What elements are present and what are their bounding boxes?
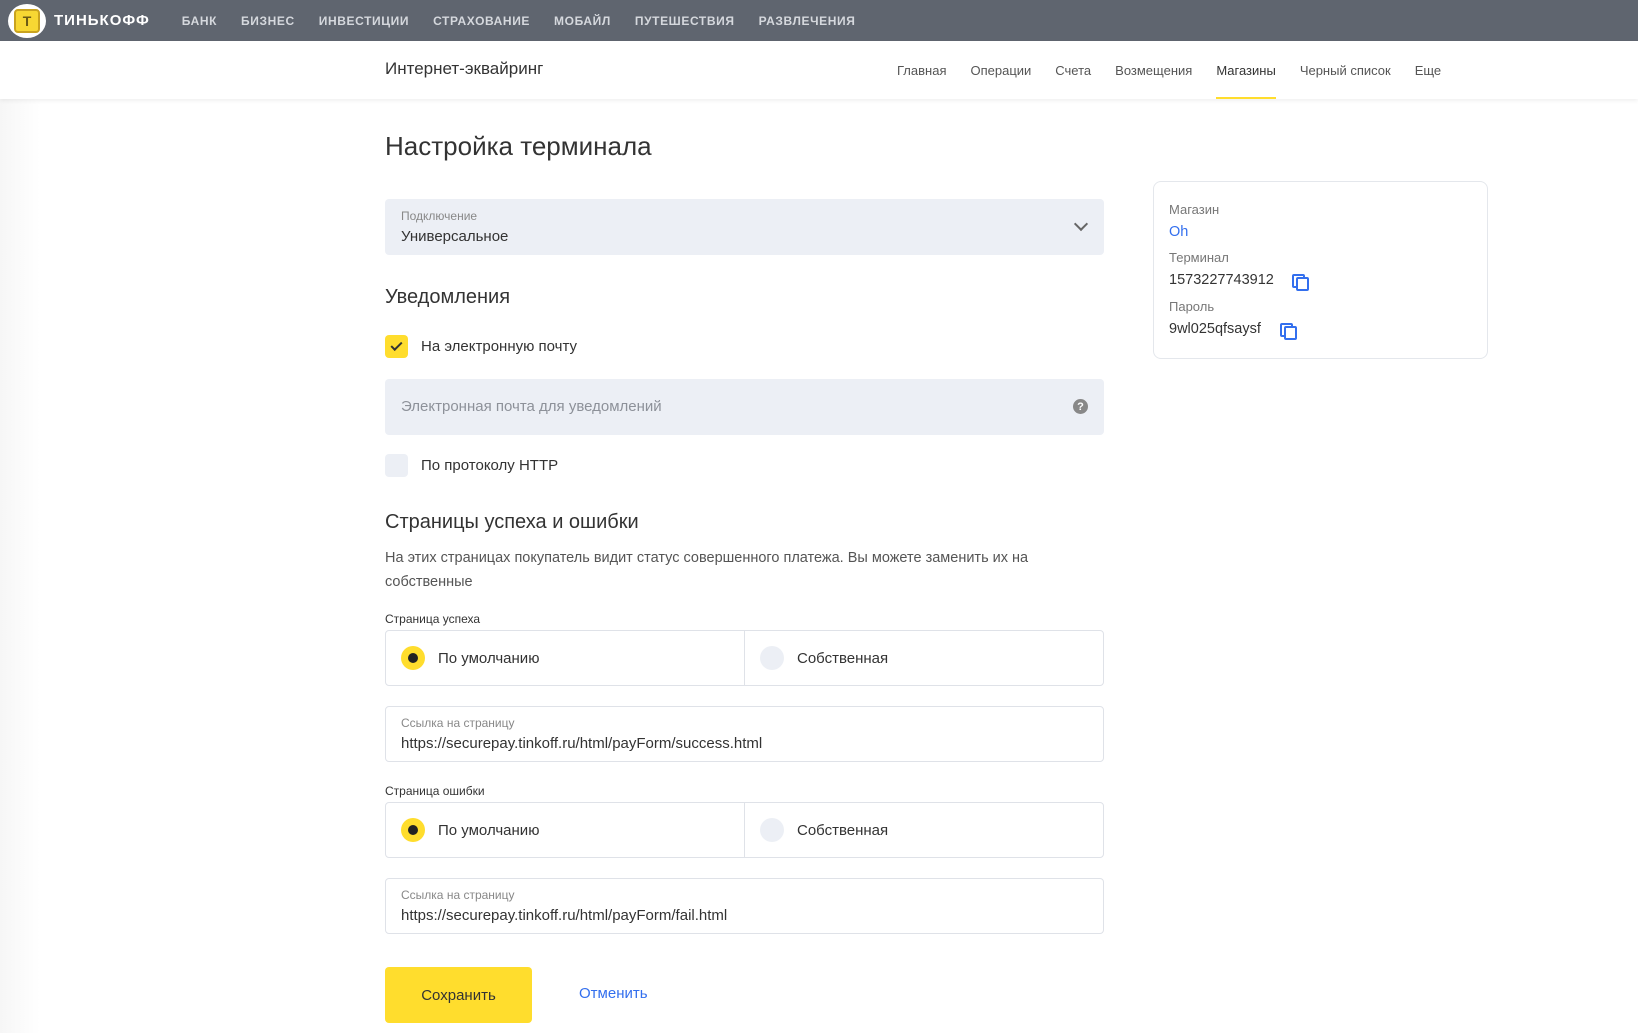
pages-title: Страницы успеха и ошибки: [385, 511, 639, 533]
connection-label: Подключение: [401, 209, 478, 223]
email-checkbox-label: На электронную почту: [421, 338, 578, 355]
tab-shops[interactable]: Магазины: [1216, 41, 1276, 99]
chevron-down-icon: [1073, 216, 1089, 232]
error-custom-label: Собственная: [797, 821, 889, 839]
top-nav: БАНК БИЗНЕС ИНВЕСТИЦИИ СТРАХОВАНИЕ МОБАЙ…: [182, 14, 880, 28]
http-checkbox-row[interactable]: По протоколу HTTP: [385, 454, 558, 477]
notification-email-placeholder: Электронная почта для уведомлений: [401, 398, 662, 415]
success-link-field[interactable]: Ссылка на страницу https://securepay.tin…: [385, 706, 1104, 762]
success-default-option[interactable]: По умолчанию: [386, 631, 744, 685]
logo-text: ТИНЬКОФФ: [54, 12, 150, 29]
http-checkbox[interactable]: [385, 454, 408, 477]
tab-more[interactable]: Еще: [1415, 41, 1441, 99]
email-checkbox[interactable]: [385, 335, 408, 358]
check-icon: [390, 338, 403, 352]
success-custom-label: Собственная: [797, 649, 889, 667]
cancel-button[interactable]: Отменить: [579, 985, 648, 1002]
top-bar: Т ТИНЬКОФФ БАНК БИЗНЕС ИНВЕСТИЦИИ СТРАХО…: [0, 0, 1638, 41]
error-custom-radio[interactable]: [760, 818, 784, 842]
terminal-value: 1573227743912: [1169, 272, 1274, 288]
tab-operations[interactable]: Операции: [970, 41, 1031, 99]
tab-blacklist[interactable]: Черный список: [1300, 41, 1391, 99]
top-nav-business[interactable]: БИЗНЕС: [241, 14, 295, 28]
top-nav-entertainment[interactable]: РАЗВЛЕЧЕНИЯ: [759, 14, 856, 28]
connection-select[interactable]: Подключение Универсальное: [385, 199, 1104, 255]
error-page-radio-group: По умолчанию Собственная: [385, 802, 1104, 858]
top-nav-insurance[interactable]: СТРАХОВАНИЕ: [433, 14, 530, 28]
error-default-option[interactable]: По умолчанию: [386, 803, 744, 857]
shop-link[interactable]: Oh: [1169, 224, 1188, 240]
error-custom-option[interactable]: Собственная: [744, 803, 1103, 857]
top-nav-bank[interactable]: БАНК: [182, 14, 217, 28]
connection-value: Универсальное: [401, 228, 509, 245]
tab-accounts[interactable]: Счета: [1055, 41, 1091, 99]
success-default-radio[interactable]: [401, 646, 425, 670]
error-default-radio[interactable]: [401, 818, 425, 842]
shop-label: Магазин: [1169, 202, 1220, 217]
help-icon[interactable]: ?: [1073, 399, 1088, 414]
tinkoff-logo[interactable]: Т ТИНЬКОФФ: [8, 0, 150, 41]
success-link-label: Ссылка на страницу: [401, 716, 515, 730]
error-link-field[interactable]: Ссылка на страницу https://securepay.tin…: [385, 878, 1104, 934]
error-link-label: Ссылка на страницу: [401, 888, 515, 902]
notification-email-field[interactable]: Электронная почта для уведомлений ?: [385, 379, 1104, 435]
http-checkbox-label: По протоколу HTTP: [421, 457, 559, 474]
password-label: Пароль: [1169, 299, 1215, 314]
pages-description: На этих страницах покупатель видит стату…: [385, 550, 1029, 590]
email-checkbox-row[interactable]: На электронную почту: [385, 335, 577, 358]
copy-password-icon[interactable]: [1280, 323, 1297, 340]
success-custom-option[interactable]: Собственная: [744, 631, 1103, 685]
tab-main[interactable]: Главная: [897, 41, 946, 99]
top-nav-investments[interactable]: ИНВЕСТИЦИИ: [319, 14, 409, 28]
success-custom-radio[interactable]: [760, 646, 784, 670]
success-page-label: Страница успеха: [385, 612, 481, 626]
notifications-title: Уведомления: [385, 286, 511, 308]
error-page-label: Страница ошибки: [385, 784, 485, 798]
save-button[interactable]: Сохранить: [385, 967, 532, 1023]
success-default-label: По умолчанию: [438, 649, 540, 667]
page-title: Настройка терминала: [385, 131, 652, 161]
password-value: 9wl025qfsaysf: [1169, 321, 1261, 337]
tab-refunds[interactable]: Возмещения: [1115, 41, 1192, 99]
error-default-label: По умолчанию: [438, 821, 540, 839]
product-title[interactable]: Интернет-эквайринг: [385, 59, 543, 79]
success-link-value: https://securepay.tinkoff.ru/html/payFor…: [401, 735, 763, 752]
product-nav: Главная Операции Счета Возмещения Магази…: [897, 41, 1465, 99]
top-nav-travel[interactable]: ПУТЕШЕСТВИЯ: [635, 14, 735, 28]
top-nav-mobile[interactable]: МОБАЙЛ: [554, 14, 611, 28]
product-header: Интернет-эквайринг Главная Операции Счет…: [0, 41, 1638, 99]
terminal-label: Терминал: [1169, 250, 1229, 265]
copy-terminal-icon[interactable]: [1292, 274, 1309, 291]
error-link-value: https://securepay.tinkoff.ru/html/payFor…: [401, 907, 728, 924]
success-page-radio-group: По умолчанию Собственная: [385, 630, 1104, 686]
logo-emblem-icon: Т: [8, 3, 46, 38]
terminal-info-card: Магазин Oh Терминал 1573227743912 Пароль…: [1153, 181, 1488, 359]
